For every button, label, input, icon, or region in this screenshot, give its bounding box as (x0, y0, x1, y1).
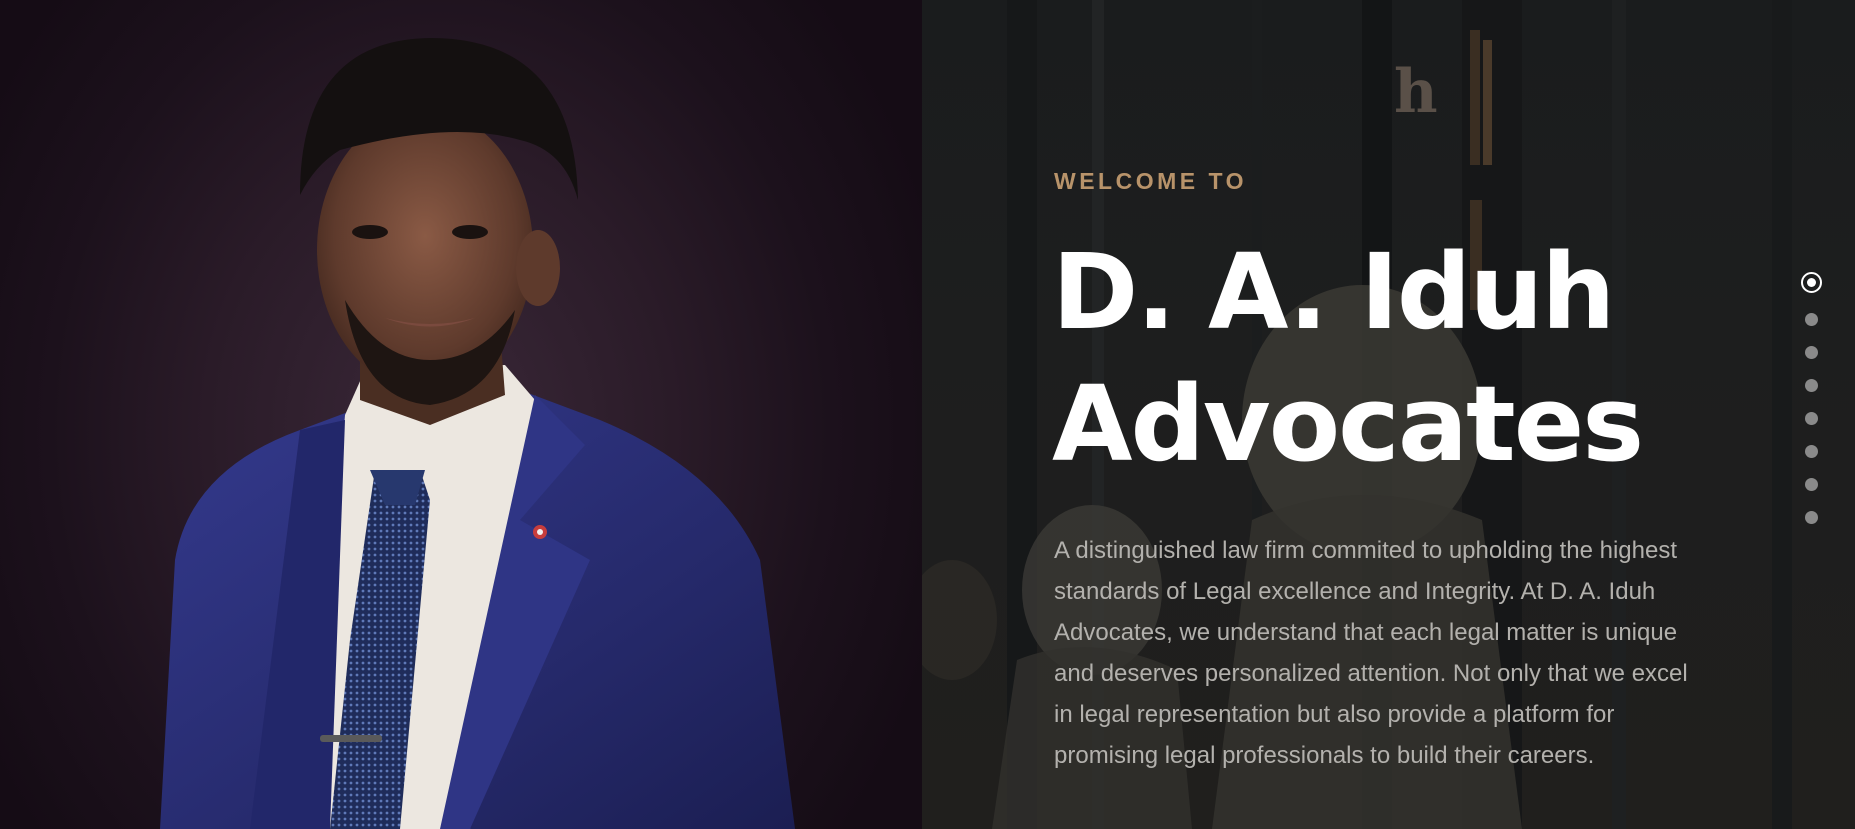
slide-dot-6[interactable] (1804, 445, 1818, 458)
hero-title-line2: Advocates (1052, 363, 1644, 485)
portrait-photo (0, 0, 922, 829)
svg-text:h: h (1394, 57, 1438, 127)
portrait-illustration (160, 38, 795, 829)
slide-dot-1[interactable] (1800, 272, 1822, 293)
slide-dot-5[interactable] (1804, 412, 1818, 425)
slide-dot-4[interactable] (1804, 379, 1818, 392)
slide-dot-2[interactable] (1804, 313, 1818, 326)
slide-dot-7[interactable] (1804, 478, 1818, 491)
hero-title: D. A. Iduh Advocates (1052, 226, 1732, 490)
welcome-eyebrow: WELCOME TO (1054, 168, 1248, 194)
slide-pagination (1799, 272, 1823, 524)
hero-title-line1: D. A. Iduh (1052, 231, 1615, 353)
hero-description: A distinguished law firm commited to uph… (1054, 537, 1688, 769)
slide-dot-3[interactable] (1804, 346, 1818, 359)
slide-dot-8[interactable] (1804, 511, 1818, 524)
hero-section: h WELCOME TO D. A. Iduh Advocates A dist… (922, 0, 1855, 829)
